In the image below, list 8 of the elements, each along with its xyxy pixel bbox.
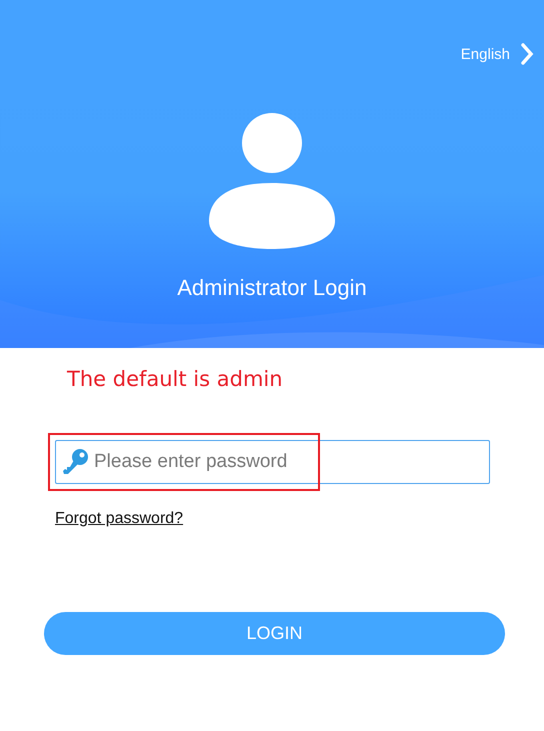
page-title: Administrator Login bbox=[177, 275, 367, 301]
login-button[interactable]: LOGIN bbox=[44, 612, 505, 655]
password-field[interactable]: Please enter password bbox=[55, 440, 490, 484]
annotation-text: The default is admin bbox=[67, 367, 284, 391]
forgot-password-link[interactable]: Forgot password? bbox=[55, 510, 184, 528]
user-icon bbox=[209, 113, 335, 249]
language-link[interactable]: English bbox=[460, 46, 510, 62]
chevron-right-icon[interactable] bbox=[520, 43, 534, 65]
